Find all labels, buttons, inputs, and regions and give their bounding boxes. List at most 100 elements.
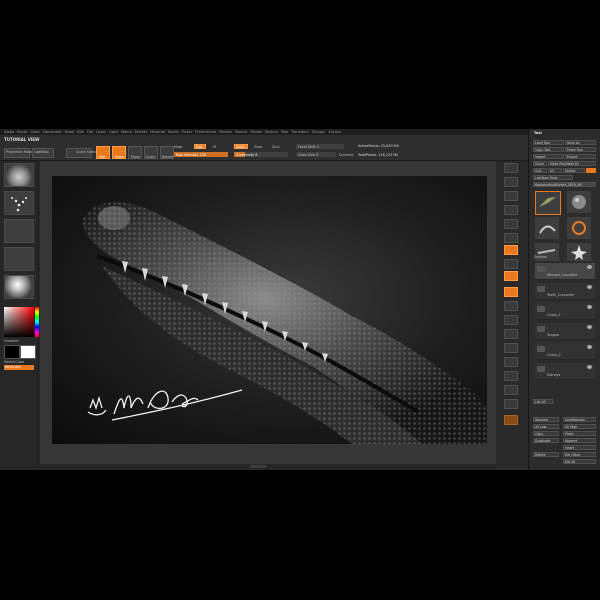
switch-color-label[interactable]: SwitchColor [4,360,24,364]
frame-button[interactable] [504,301,518,311]
menu-item[interactable]: Light [109,130,118,134]
menu-item[interactable]: Preferences [195,130,216,134]
scroll-button[interactable] [504,191,518,201]
clone-button[interactable]: Clone [533,161,547,166]
tool-thumbnail-croc[interactable] [535,191,561,215]
xpose-button[interactable] [504,415,518,425]
alternate-button[interactable]: Alternate [4,365,34,370]
menu-item[interactable]: Picker [182,130,193,134]
quick-sketch-button[interactable]: Quick Sketch [66,148,98,158]
floor-button[interactable] [504,259,518,269]
visible-button[interactable]: Visible [563,168,585,173]
color-picker[interactable] [4,307,39,337]
subtool-row[interactable]: Gums_1 [535,303,595,320]
paste-button[interactable]: Paste [563,431,596,436]
menu-item[interactable]: Transform [291,130,309,134]
menu-item[interactable]: Brush [17,130,27,134]
menu-item[interactable]: Color [31,130,40,134]
zadd-toggle[interactable]: Zadd [234,144,248,149]
make-polymesh-button[interactable]: Make PolyMesh3D [548,161,596,166]
mrgb-toggle[interactable]: Mrgb [174,145,183,149]
bpr-button[interactable] [504,163,518,173]
copy-tool-button[interactable]: Copy Tool [533,147,564,152]
subtool-row[interactable]: Merged_Crocodile [535,263,595,280]
del-other-button[interactable]: Del Other [563,452,596,457]
projection-master-button[interactable]: Projection Master [4,148,35,158]
eye-icon[interactable] [587,365,592,369]
material-thumbnail[interactable] [4,275,34,299]
brush-thumbnail[interactable] [4,163,34,187]
actual-button[interactable] [504,219,518,229]
subtool-row[interactable]: Tongue [535,323,595,340]
copy-button[interactable]: Copy [533,431,559,436]
canvas[interactable] [52,176,487,444]
tool-thumbnail-sphere[interactable] [567,191,591,213]
rename-button[interactable]: Rename [533,417,559,422]
menu-item[interactable]: Zplugin [312,130,326,134]
eye-icon[interactable] [587,305,592,309]
xyz-button[interactable] [504,287,518,297]
alpha-thumbnail[interactable] [4,219,34,243]
menu-item[interactable]: Draw [65,130,74,134]
export-button[interactable]: Export [565,154,596,159]
subtool-row[interactable]: Kidneys [535,363,595,380]
menu-item[interactable]: Zscript [328,130,340,134]
auto-reorder-button[interactable]: AutoReorder [563,417,596,422]
del-all-button[interactable]: Del All [563,459,596,464]
scale-button[interactable]: Scale [144,146,158,159]
scroll-handle[interactable] [250,465,266,468]
menu-item[interactable]: Render [219,130,232,134]
eye-icon[interactable] [587,285,592,289]
menu-item[interactable]: Material [150,130,165,134]
menu-item[interactable]: Layer [96,130,106,134]
menu-item[interactable]: Stencil [235,130,247,134]
eye-icon[interactable] [587,265,592,269]
hue-strip[interactable] [35,307,39,337]
tool-thumbnail-simple[interactable] [535,217,559,239]
menu-item[interactable]: Movie [168,130,179,134]
aahalf-button[interactable] [504,233,518,243]
tool-thumbnail-ring[interactable] [567,217,591,239]
subtool-row[interactable]: Gums_2 [535,343,595,360]
menu-item[interactable]: Alpha [4,130,14,134]
texture-thumbnail[interactable] [4,247,34,271]
local-button[interactable] [504,271,518,281]
tool-thumbnail-star[interactable] [567,243,591,261]
save-as-button[interactable]: Save As [565,140,596,145]
r-toggle[interactable] [586,168,596,173]
ghost-button[interactable] [504,385,518,395]
all-low-button[interactable]: All Low [533,424,559,429]
zcut-toggle[interactable]: Zcut [272,145,280,149]
delete-button[interactable]: Delete [533,452,559,457]
zsub-toggle[interactable]: Zsub [254,145,262,149]
all-high-button[interactable]: All High [563,424,596,429]
all-button[interactable]: All [548,168,562,173]
move-button[interactable]: Move [128,146,142,159]
menu-item[interactable]: Stroke [250,130,261,134]
linefill-button[interactable] [504,357,518,367]
goz-button[interactable]: GoZ [533,168,547,173]
menu-item[interactable]: Document [43,130,62,134]
duplicate-button[interactable]: Duplicate [533,438,559,443]
load-tool-button[interactable]: Load Tool [533,140,564,145]
move-view-button[interactable] [504,315,518,325]
menu-item[interactable]: Texture [265,130,278,134]
rotate3d-button[interactable] [504,343,518,353]
spix-button[interactable] [504,177,518,187]
list-all-button[interactable]: List All [533,399,553,404]
secondary-color-swatch[interactable] [20,345,36,359]
insert-button[interactable]: Insert [563,445,596,450]
append-button[interactable]: Append [563,438,596,443]
lightbox-tools-button[interactable]: Lightbox Tools [533,175,573,180]
rotate-button[interactable]: Rotate [160,146,174,159]
dynamic-toggle[interactable]: Dynamic [339,153,354,157]
rgb-toggle[interactable]: Rgb [194,144,206,149]
menu-item[interactable]: Macro [121,130,132,134]
zoom-button[interactable] [504,205,518,215]
main-color-swatch[interactable] [4,345,20,359]
menu-item[interactable]: Tool [281,130,288,134]
subtool-row[interactable]: Teeth_Crocodile [535,283,595,300]
menu-item[interactable]: Marker [135,130,147,134]
menu-item[interactable]: Edit [77,130,84,134]
eye-icon[interactable] [587,345,592,349]
